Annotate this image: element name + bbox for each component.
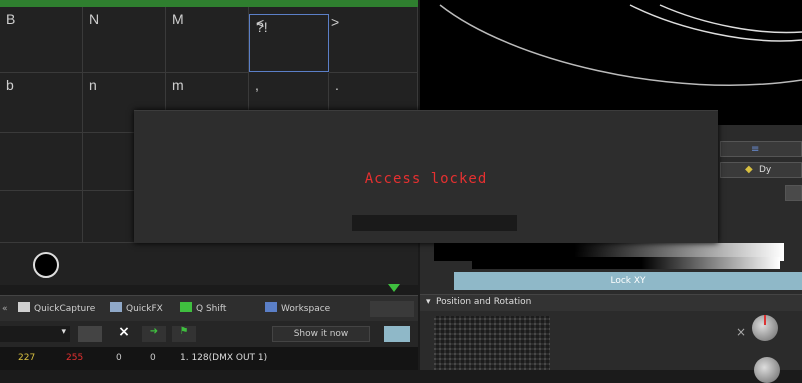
dyn-button[interactable]: ◆ Dy: [720, 162, 802, 178]
position-rotation-header[interactable]: ▾ Position and Rotation: [420, 294, 802, 311]
tab-workspace[interactable]: Workspace: [265, 301, 330, 317]
show-it-now-button[interactable]: Show it now: [272, 326, 370, 342]
key-B[interactable]: B: [0, 7, 83, 73]
dyn-icon: ◆: [745, 164, 753, 175]
key-label: b: [6, 77, 14, 93]
tab-label: QuickFX: [126, 304, 163, 314]
list-icon: ≡: [751, 144, 760, 155]
add-arrow-icon[interactable]: ➜: [142, 326, 166, 342]
access-locked-message: Access locked: [364, 171, 488, 187]
chevron-down-icon: ▾: [61, 327, 66, 337]
key-empty[interactable]: [0, 133, 83, 191]
output-row: 227 255 0 0 1. 128(DMX OUT 1): [0, 347, 418, 370]
channel-label: 1. 128(DMX OUT 1): [180, 353, 268, 363]
toggle-button[interactable]: [384, 326, 410, 342]
key-empty[interactable]: [0, 191, 83, 243]
tab-quickfx[interactable]: QuickFX: [110, 301, 163, 317]
rotation-knob-2[interactable]: [754, 357, 780, 383]
circle-indicator-icon[interactable]: [33, 252, 59, 278]
dyn-label: Dy: [759, 165, 772, 175]
tab-overflow-button[interactable]: [370, 301, 414, 317]
key-N[interactable]: N: [83, 7, 166, 73]
tab-label: Q Shift: [196, 304, 227, 314]
key-label: >: [331, 14, 340, 30]
key-label: m: [172, 77, 184, 93]
key-b[interactable]: b: [0, 73, 83, 133]
unlock-input[interactable]: [352, 215, 517, 231]
panel-button-f[interactable]: ≡: [720, 141, 802, 157]
triangle-down-icon[interactable]: [388, 284, 400, 292]
flag-icon[interactable]: ⚑: [172, 326, 196, 342]
scroll-left-icon[interactable]: «: [2, 301, 8, 317]
tab-label: QuickCapture: [34, 304, 96, 314]
access-locked-dialog: Access locked: [134, 110, 718, 243]
lock-xy-button[interactable]: Lock XY: [454, 272, 802, 290]
grid-button[interactable]: [78, 326, 102, 342]
value-cell: 255: [66, 353, 84, 363]
key-M[interactable]: M: [166, 7, 249, 73]
viewer-panel: [420, 0, 802, 125]
gradient-slider-2[interactable]: [472, 257, 780, 269]
value-cell: 227: [18, 353, 36, 363]
toolbar: ▾ × ➜ ⚑ Show it now: [0, 321, 418, 347]
dropdown-select[interactable]: ▾: [0, 326, 70, 342]
key-label: B: [6, 11, 16, 27]
close-icon[interactable]: ×: [736, 325, 746, 339]
key-label: M: [172, 11, 184, 27]
key-label: .: [335, 77, 339, 93]
key-label: ,: [255, 77, 259, 93]
delete-icon[interactable]: ×: [112, 324, 136, 342]
small-button[interactable]: [785, 185, 802, 201]
capture-icon: [18, 302, 30, 312]
tab-quickcapture[interactable]: QuickCapture: [18, 301, 95, 317]
value-cell: 0: [150, 353, 156, 363]
key-label: N: [89, 11, 100, 27]
tab-label: Workspace: [281, 304, 331, 314]
position-grid[interactable]: [434, 316, 550, 370]
tab-bar: « QuickCapture QuickFX Q Shift Workspace: [0, 295, 418, 322]
rotation-knob[interactable]: [752, 315, 778, 341]
knob-indicator: [764, 315, 766, 325]
key-badge: ?!: [256, 19, 268, 35]
key-greater-than[interactable]: >: [329, 7, 418, 73]
section-title: Position and Rotation: [436, 297, 532, 307]
value-cell: 0: [116, 353, 122, 363]
fx-icon: [110, 302, 122, 312]
shift-icon: [180, 302, 192, 312]
workspace-icon: [265, 302, 277, 312]
ellipse-preview: [439, 4, 802, 86]
key-less-than-selected[interactable]: < ?!: [249, 14, 329, 72]
collapse-arrow-icon: ▾: [426, 297, 431, 307]
tab-qshift[interactable]: Q Shift: [180, 301, 226, 317]
top-strip: [0, 0, 418, 7]
key-label: n: [89, 77, 97, 93]
